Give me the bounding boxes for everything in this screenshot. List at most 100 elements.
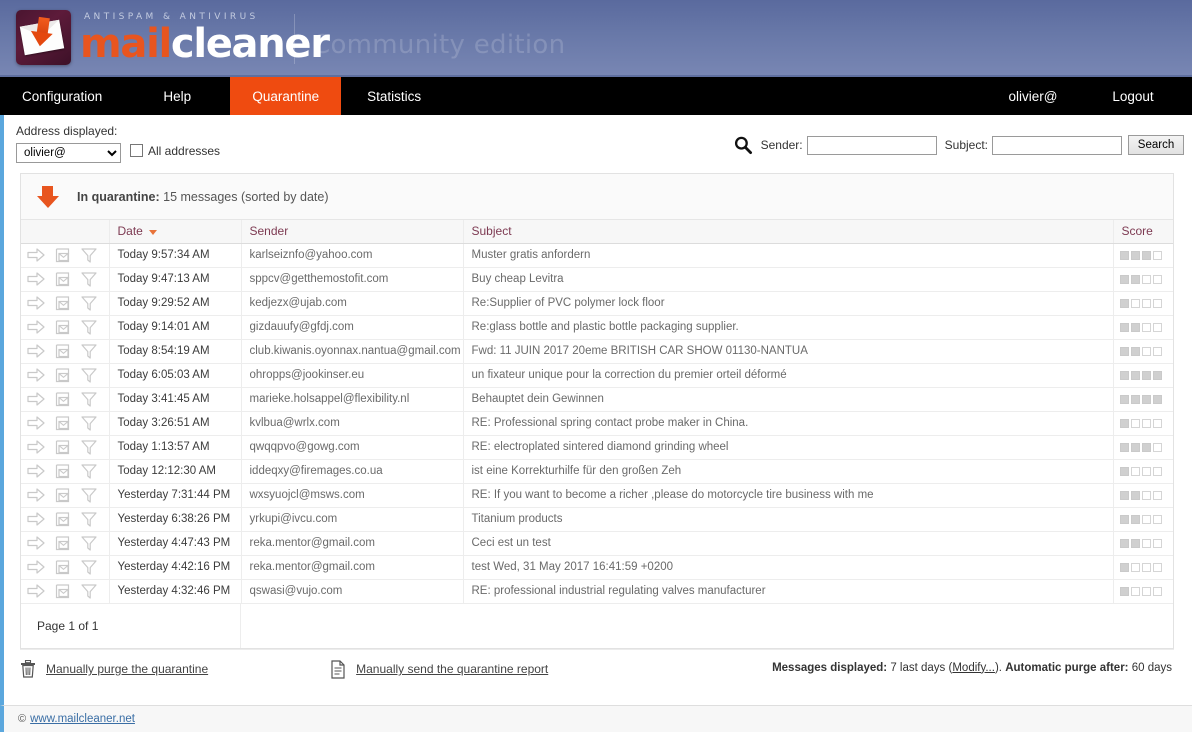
row-actions-cell [21,507,109,531]
table-row[interactable]: Yesterday 6:38:26 PMyrkupi@ivcu.comTitan… [21,507,1173,531]
table-row[interactable]: Today 6:05:03 AMohropps@jookinser.euun f… [21,363,1173,387]
score-box [1131,275,1140,284]
table-row[interactable]: Yesterday 4:47:43 PMreka.mentor@gmail.co… [21,531,1173,555]
col-header-subject[interactable]: Subject [463,220,1113,243]
nav-item-help[interactable]: Help [124,77,230,115]
forward-arrow-icon[interactable] [27,536,45,550]
score-box [1153,515,1162,524]
filter-funnel-icon[interactable] [81,392,97,407]
filter-funnel-icon[interactable] [81,296,97,311]
nav-item-statistics[interactable]: Statistics [341,77,447,115]
forward-arrow-icon[interactable] [27,488,45,502]
preview-envelope-icon[interactable] [55,368,71,383]
table-row[interactable]: Today 12:12:30 AMiddeqxy@firemages.co.ua… [21,459,1173,483]
mailcleaner-website-link[interactable]: www.mailcleaner.net [30,713,135,725]
row-sender: kedjezx@ujab.com [241,291,463,315]
forward-arrow-icon[interactable] [27,272,45,286]
table-row[interactable]: Today 9:57:34 AMkarlseiznfo@yahoo.comMus… [21,243,1173,267]
forward-arrow-icon[interactable] [27,464,45,478]
forward-arrow-icon[interactable] [27,560,45,574]
filter-funnel-icon[interactable] [81,560,97,575]
table-row[interactable]: Today 1:13:57 AMqwqqpvo@gowg.comRE: elec… [21,435,1173,459]
preview-envelope-icon[interactable] [55,416,71,431]
col-header-date[interactable]: Date [109,220,241,243]
table-row[interactable]: Today 8:54:19 AMclub.kiwanis.oyonnax.nan… [21,339,1173,363]
all-addresses-checkbox[interactable] [130,144,143,157]
preview-envelope-icon[interactable] [55,296,71,311]
purge-quarantine-action[interactable]: Manually purge the quarantine [20,660,208,678]
filter-funnel-icon[interactable] [81,536,97,551]
forward-arrow-icon[interactable] [27,392,45,406]
table-row[interactable]: Today 9:29:52 AMkedjezx@ujab.comRe:Suppl… [21,291,1173,315]
table-row[interactable]: Today 3:26:51 AMkvlbua@wrlx.comRE: Profe… [21,411,1173,435]
filter-funnel-icon[interactable] [81,440,97,455]
nav-item-configuration[interactable]: Configuration [0,77,124,115]
preview-envelope-icon[interactable] [55,512,71,527]
purge-quarantine-link[interactable]: Manually purge the quarantine [46,662,208,676]
table-row[interactable]: Today 9:47:13 AMsppcv@getthemostofit.com… [21,267,1173,291]
preview-envelope-icon[interactable] [55,464,71,479]
filter-funnel-icon[interactable] [81,464,97,479]
table-row[interactable]: Yesterday 4:42:16 PMreka.mentor@gmail.co… [21,555,1173,579]
forward-arrow-icon[interactable] [27,344,45,358]
table-row[interactable]: Yesterday 4:32:46 PMqswasi@vujo.comRE: p… [21,579,1173,603]
row-action-icons [27,416,109,431]
nav-logout-button[interactable]: Logout [1086,77,1192,115]
forward-arrow-icon[interactable] [27,296,45,310]
score-box [1131,515,1140,524]
bottom-action-bar: Manually purge the quarantine Manually s… [20,649,1174,689]
filter-funnel-icon[interactable] [81,488,97,503]
filter-funnel-icon[interactable] [81,248,97,263]
forward-arrow-icon[interactable] [27,584,45,598]
forward-arrow-icon[interactable] [27,416,45,430]
row-action-icons [27,464,109,479]
preview-envelope-icon[interactable] [55,560,71,575]
table-row[interactable]: Today 9:14:01 AMgizdauufy@gfdj.comRe:gla… [21,315,1173,339]
preview-envelope-icon[interactable] [55,392,71,407]
preview-envelope-icon[interactable] [55,320,71,335]
col-header-score[interactable]: Score [1113,220,1173,243]
forward-arrow-icon[interactable] [27,248,45,262]
row-actions-cell [21,339,109,363]
row-score [1113,579,1173,603]
filter-funnel-icon[interactable] [81,320,97,335]
preview-envelope-icon[interactable] [55,344,71,359]
preview-envelope-icon[interactable] [55,536,71,551]
table-row[interactable]: Today 3:41:45 AMmarieke.holsappel@flexib… [21,387,1173,411]
preview-envelope-icon[interactable] [55,440,71,455]
row-sender: reka.mentor@gmail.com [241,555,463,579]
messages-displayed-tail: ). [995,662,1005,674]
score-box [1142,443,1151,452]
score-box [1120,515,1129,524]
filter-funnel-icon[interactable] [81,416,97,431]
send-report-link[interactable]: Manually send the quarantine report [356,662,548,676]
search-button[interactable]: Search [1128,135,1184,155]
preview-envelope-icon[interactable] [55,272,71,287]
preview-envelope-icon[interactable] [55,488,71,503]
mailcleaner-logo [16,10,71,65]
brand-word-mail: mail [80,21,171,67]
nav-current-user[interactable]: olivier@ [980,77,1086,115]
score-box [1153,251,1162,260]
send-report-action[interactable]: Manually send the quarantine report [330,660,548,679]
preview-envelope-icon[interactable] [55,584,71,599]
filter-funnel-icon[interactable] [81,512,97,527]
preview-envelope-icon[interactable] [55,248,71,263]
forward-arrow-icon[interactable] [27,512,45,526]
subject-search-input[interactable] [992,136,1122,155]
forward-arrow-icon[interactable] [27,368,45,382]
nav-item-quarantine[interactable]: Quarantine [230,77,341,115]
filter-funnel-icon[interactable] [81,368,97,383]
filter-funnel-icon[interactable] [81,584,97,599]
col-header-sender[interactable]: Sender [241,220,463,243]
address-select[interactable]: olivier@ [16,143,121,163]
modify-link[interactable]: Modify... [952,662,995,674]
forward-arrow-icon[interactable] [27,440,45,454]
filter-funnel-icon[interactable] [81,344,97,359]
forward-arrow-icon[interactable] [27,320,45,334]
sender-search-input[interactable] [807,136,937,155]
row-date: Yesterday 7:31:44 PM [109,483,241,507]
table-row[interactable]: Yesterday 7:31:44 PMwxsyuojcl@msws.comRE… [21,483,1173,507]
row-subject: ist eine Korrekturhilfe für den großen Z… [463,459,1113,483]
filter-funnel-icon[interactable] [81,272,97,287]
